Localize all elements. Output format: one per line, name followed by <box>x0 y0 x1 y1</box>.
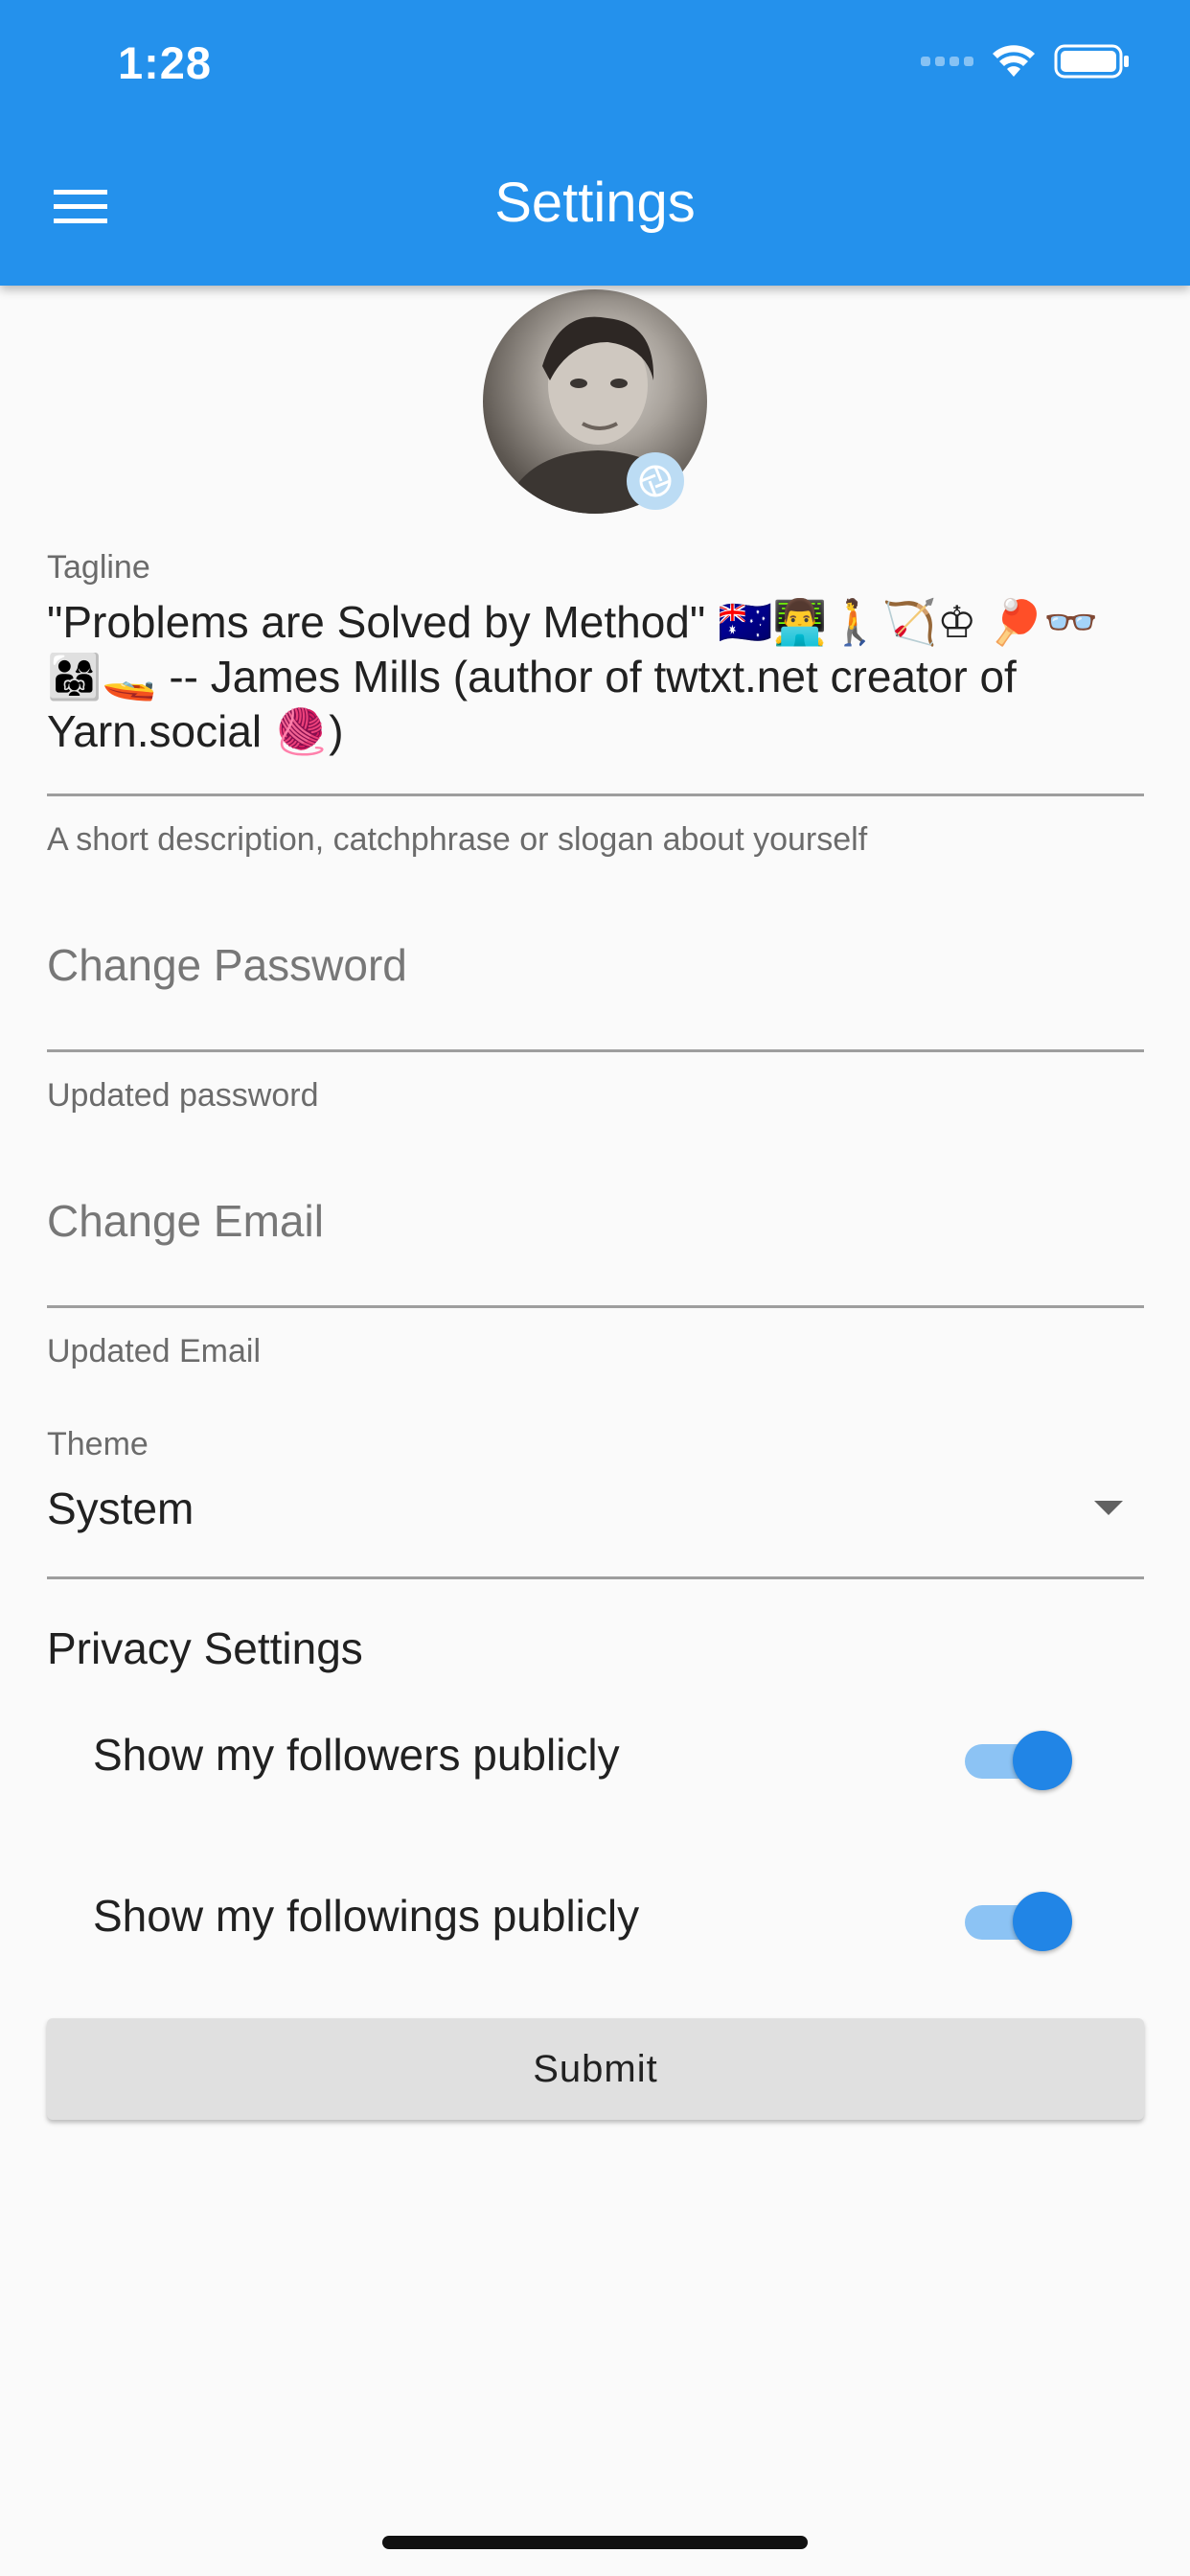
followers-toggle-row[interactable]: Show my followers publicly <box>47 1698 1144 1813</box>
followers-switch[interactable] <box>965 1731 1080 1790</box>
status-icons <box>921 42 1131 80</box>
followers-switch-thumb[interactable] <box>1013 1731 1072 1790</box>
cellular-signal-icon <box>921 57 973 66</box>
edit-avatar-badge-icon[interactable] <box>627 452 684 510</box>
submit-button[interactable]: Submit <box>47 2018 1144 2120</box>
password-helper: Updated password <box>47 1077 319 1114</box>
wifi-icon <box>993 45 1035 77</box>
tagline-value-line-1: "Problems are Solved by Method" 🇦🇺👨‍💻🚶🏹♔… <box>47 597 1099 647</box>
tagline-helper: A short description, catchphrase or slog… <box>47 821 868 858</box>
followers-toggle-label: Show my followers publicly <box>93 1730 620 1780</box>
theme-select[interactable]: System <box>47 1482 1082 1536</box>
camera-shutter-icon <box>639 465 672 497</box>
followings-toggle-row[interactable]: Show my followings publicly <box>47 1859 1144 1974</box>
tagline-input[interactable]: "Problems are Solved by Method" 🇦🇺👨‍💻🚶🏹♔… <box>47 595 1149 759</box>
theme-underline <box>47 1576 1144 1579</box>
email-helper: Updated Email <box>47 1333 262 1369</box>
password-underline <box>47 1049 1144 1052</box>
tagline-value-line-2: 👨‍👩‍👧🚤 -- James Mills (author of twtxt.n… <box>47 652 1017 702</box>
email-input[interactable]: Change Email <box>47 1195 324 1247</box>
email-underline <box>47 1305 1144 1308</box>
tagline-value-line-3: Yarn.social 🧶) <box>47 706 344 756</box>
privacy-settings-heading: Privacy Settings <box>47 1623 363 1673</box>
page-title: Settings <box>494 172 696 234</box>
theme-label: Theme <box>47 1426 149 1462</box>
battery-icon <box>1054 44 1129 79</box>
dropdown-arrow-icon[interactable] <box>1094 1501 1123 1515</box>
tagline-underline <box>47 794 1144 796</box>
password-input[interactable]: Change Password <box>47 939 407 991</box>
followings-switch[interactable] <box>965 1892 1080 1951</box>
tagline-label: Tagline <box>47 549 150 586</box>
app-bar: 1:28 Settings <box>0 0 1190 286</box>
followings-switch-thumb[interactable] <box>1013 1892 1072 1951</box>
avatar-container[interactable] <box>483 289 707 514</box>
status-time: 1:28 <box>118 37 213 88</box>
followings-toggle-label: Show my followings publicly <box>93 1891 640 1941</box>
home-indicator[interactable] <box>382 2536 808 2549</box>
